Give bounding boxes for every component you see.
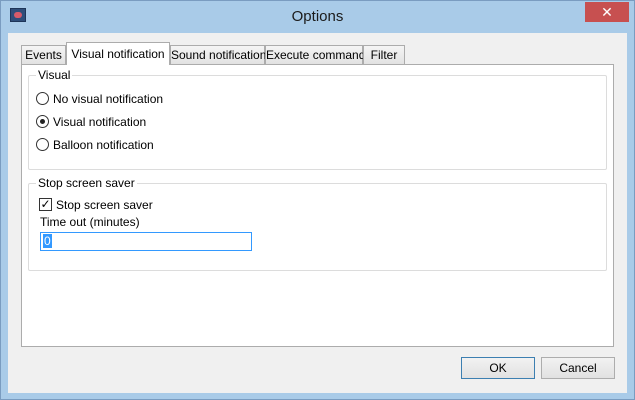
tab-visual-notification[interactable]: Visual notification: [66, 42, 170, 65]
timeout-value: 0: [43, 234, 52, 248]
visual-group-label: Visual: [36, 68, 73, 82]
options-window: Options ✕ Events Visual notification Sou…: [0, 0, 635, 400]
radio-button[interactable]: [36, 92, 49, 105]
radio-label: Balloon notification: [53, 138, 154, 152]
tab-execute-command[interactable]: Execute command: [265, 45, 365, 64]
timeout-label: Time out (minutes): [40, 215, 140, 229]
radio-label: Visual notification: [53, 115, 147, 129]
title-bar[interactable]: Options ✕: [1, 1, 634, 34]
tab-sound-notification[interactable]: Sound notification: [170, 45, 266, 64]
radio-label: No visual notification: [53, 92, 164, 106]
dialog-client-area: Events Visual notification Sound notific…: [8, 33, 627, 393]
radio-button[interactable]: [36, 138, 49, 151]
tab-panel-visual-notification: Visual No visual notification Visual not…: [21, 64, 614, 347]
cancel-button[interactable]: Cancel: [541, 357, 615, 379]
window-title: Options: [291, 8, 344, 25]
stop-screen-saver-group: Stop screen saver ✓ Stop screen saver Ti…: [28, 176, 607, 271]
tab-filter[interactable]: Filter: [363, 45, 405, 64]
ok-button[interactable]: OK: [461, 357, 535, 379]
visual-group: Visual No visual notification Visual not…: [28, 68, 607, 170]
close-button[interactable]: ✕: [585, 2, 629, 22]
checkbox-label: Stop screen saver: [56, 198, 153, 212]
checkmark-icon[interactable]: ✓: [39, 198, 52, 211]
radio-button-selected[interactable]: [36, 115, 49, 128]
tab-events[interactable]: Events: [21, 45, 66, 64]
stop-screen-saver-group-label: Stop screen saver: [36, 176, 137, 190]
close-icon: ✕: [601, 4, 613, 20]
timeout-input[interactable]: 0: [40, 232, 252, 251]
